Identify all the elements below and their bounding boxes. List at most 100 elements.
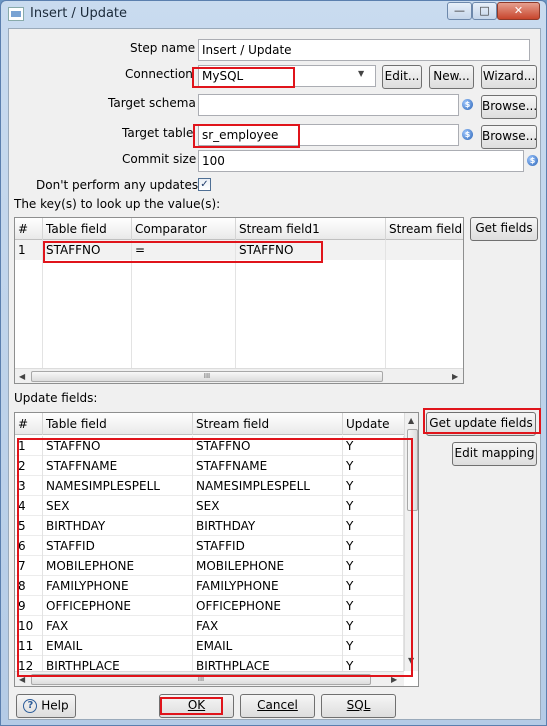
update-flag-cell[interactable]: Y <box>343 536 404 556</box>
table-field-cell[interactable]: STAFFNO <box>43 436 193 456</box>
update-flag-cell[interactable]: Y <box>343 456 404 476</box>
table-field-cell[interactable]: FAMILYPHONE <box>43 576 193 596</box>
stream-field-cell[interactable]: STAFFNAME <box>193 456 343 476</box>
table-field-cell[interactable]: BIRTHDAY <box>43 516 193 536</box>
cancel-button[interactable]: Cancel <box>240 694 315 718</box>
table-row[interactable]: 5 BIRTHDAY BIRTHDAY Y <box>15 516 404 536</box>
scroll-down-icon[interactable]: ▼ <box>408 656 414 665</box>
wizard-button[interactable]: Wizard... <box>481 65 537 89</box>
table-row[interactable]: 3 NAMESIMPLESPELL NAMESIMPLESPELL Y <box>15 476 404 496</box>
table-row[interactable]: 11 EMAIL EMAIL Y <box>15 636 404 656</box>
keys-table: # Table field Comparator Stream field1 S… <box>14 217 464 384</box>
stream-field-cell[interactable]: STAFFNO <box>193 436 343 456</box>
chevron-down-icon[interactable]: ▼ <box>358 69 364 78</box>
row-number: 8 <box>15 576 43 596</box>
update-flag-cell[interactable]: Y <box>343 496 404 516</box>
title-bar[interactable]: Insert / Update — □ ✕ <box>1 1 546 27</box>
scroll-up-icon[interactable]: ▲ <box>408 416 414 425</box>
dialog-body: Step name Insert / Update Connection MyS… <box>8 28 541 720</box>
ok-button[interactable]: OK <box>159 694 234 718</box>
table-field-cell[interactable]: SEX <box>43 496 193 516</box>
table-row[interactable]: 10 FAX FAX Y <box>15 616 404 636</box>
keys-col-table-field[interactable]: Table field <box>43 218 132 240</box>
table-row[interactable]: 9 OFFICEPHONE OFFICEPHONE Y <box>15 596 404 616</box>
keys-col-comparator[interactable]: Comparator <box>132 218 236 240</box>
table-field-cell[interactable]: FAX <box>43 616 193 636</box>
scroll-thumb[interactable] <box>407 429 418 511</box>
update-flag-cell[interactable]: Y <box>343 576 404 596</box>
update-flag-cell[interactable]: Y <box>343 516 404 536</box>
scroll-left-icon[interactable]: ◀ <box>19 675 25 684</box>
sql-button[interactable]: SQL <box>321 694 396 718</box>
update-flag-cell[interactable]: Y <box>343 616 404 636</box>
update-col-num[interactable]: # <box>15 413 43 435</box>
dont-update-checkbox[interactable]: ✓ <box>198 178 211 191</box>
update-flag-cell[interactable]: Y <box>343 596 404 616</box>
update-horizontal-scrollbar[interactable]: ◀ III ▶ <box>15 671 404 686</box>
table-row[interactable]: 2 STAFFNAME STAFFNAME Y <box>15 456 404 476</box>
keys-col-stream-field1[interactable]: Stream field1 <box>236 218 386 240</box>
table-row[interactable]: 4 SEX SEX Y <box>15 496 404 516</box>
update-col-table-field[interactable]: Table field <box>43 413 193 435</box>
stream-field-cell[interactable]: STAFFID <box>193 536 343 556</box>
scroll-thumb[interactable]: III <box>31 371 383 382</box>
keys-horizontal-scrollbar[interactable]: ◀ III ▶ <box>15 368 463 383</box>
table-field-cell[interactable]: EMAIL <box>43 636 193 656</box>
stream-field-cell[interactable]: FAMILYPHONE <box>193 576 343 596</box>
new-connection-button[interactable]: New... <box>429 65 474 89</box>
table-row[interactable]: 1 STAFFNO STAFFNO Y <box>15 436 404 456</box>
scroll-thumb[interactable]: III <box>31 674 371 685</box>
edit-mapping-button[interactable]: Edit mapping <box>452 442 537 466</box>
browse-schema-button[interactable]: Browse... <box>481 95 537 119</box>
table-field-cell[interactable]: NAMESIMPLESPELL <box>43 476 193 496</box>
update-fields-table: # Table field Stream field Update 1 STAFF… <box>14 412 419 687</box>
stream-field2-cell[interactable] <box>386 240 463 260</box>
commit-size-input[interactable]: 100 <box>198 150 524 172</box>
table-field-cell[interactable]: MOBILEPHONE <box>43 556 193 576</box>
comparator-cell[interactable]: = <box>132 240 236 260</box>
scroll-right-icon[interactable]: ▶ <box>452 372 458 381</box>
step-name-input[interactable]: Insert / Update <box>198 39 530 61</box>
help-button[interactable]: ? Help <box>16 694 76 718</box>
update-col-stream-field[interactable]: Stream field <box>193 413 343 435</box>
table-field-cell[interactable]: OFFICEPHONE <box>43 596 193 616</box>
minimize-button[interactable]: — <box>447 2 472 20</box>
table-row[interactable]: 7 MOBILEPHONE MOBILEPHONE Y <box>15 556 404 576</box>
update-flag-cell[interactable]: Y <box>343 436 404 456</box>
update-flag-cell[interactable]: Y <box>343 476 404 496</box>
scroll-right-icon[interactable]: ▶ <box>391 675 397 684</box>
scroll-left-icon[interactable]: ◀ <box>19 372 25 381</box>
stream-field-cell[interactable]: SEX <box>193 496 343 516</box>
stream-field-cell[interactable]: FAX <box>193 616 343 636</box>
get-update-fields-button[interactable]: Get update fields <box>426 412 536 436</box>
update-flag-cell[interactable]: Y <box>343 636 404 656</box>
keys-col-stream-field2[interactable]: Stream field2 <box>386 218 463 240</box>
stream-field1-cell[interactable]: STAFFNO <box>236 240 386 260</box>
browse-table-button[interactable]: Browse... <box>481 125 537 149</box>
connection-select[interactable]: MySQL <box>198 65 376 87</box>
help-icon: ? <box>23 698 38 713</box>
stream-field-cell[interactable]: NAMESIMPLESPELL <box>193 476 343 496</box>
stream-field-cell[interactable]: EMAIL <box>193 636 343 656</box>
keys-col-num[interactable]: # <box>15 218 43 240</box>
close-button[interactable]: ✕ <box>497 2 540 20</box>
target-schema-input[interactable] <box>198 94 459 116</box>
table-field-cell[interactable]: STAFFNAME <box>43 456 193 476</box>
keys-table-header: # Table field Comparator Stream field1 S… <box>15 218 463 240</box>
table-row[interactable]: 6 STAFFID STAFFID Y <box>15 536 404 556</box>
table-row[interactable]: 1 STAFFNO = STAFFNO <box>15 240 463 260</box>
row-number: 10 <box>15 616 43 636</box>
edit-connection-button[interactable]: Edit... <box>382 65 422 89</box>
maximize-button[interactable]: □ <box>472 2 497 20</box>
table-field-cell[interactable]: STAFFID <box>43 536 193 556</box>
table-field-cell[interactable]: STAFFNO <box>43 240 132 260</box>
stream-field-cell[interactable]: OFFICEPHONE <box>193 596 343 616</box>
update-flag-cell[interactable]: Y <box>343 556 404 576</box>
update-col-update[interactable]: Update <box>343 413 405 435</box>
target-table-input[interactable]: sr_employee <box>198 124 459 146</box>
table-row[interactable]: 8 FAMILYPHONE FAMILYPHONE Y <box>15 576 404 596</box>
stream-field-cell[interactable]: BIRTHDAY <box>193 516 343 536</box>
stream-field-cell[interactable]: MOBILEPHONE <box>193 556 343 576</box>
get-fields-button[interactable]: Get fields <box>470 217 538 241</box>
update-vertical-scrollbar[interactable]: ▲ ▼ <box>404 413 418 671</box>
